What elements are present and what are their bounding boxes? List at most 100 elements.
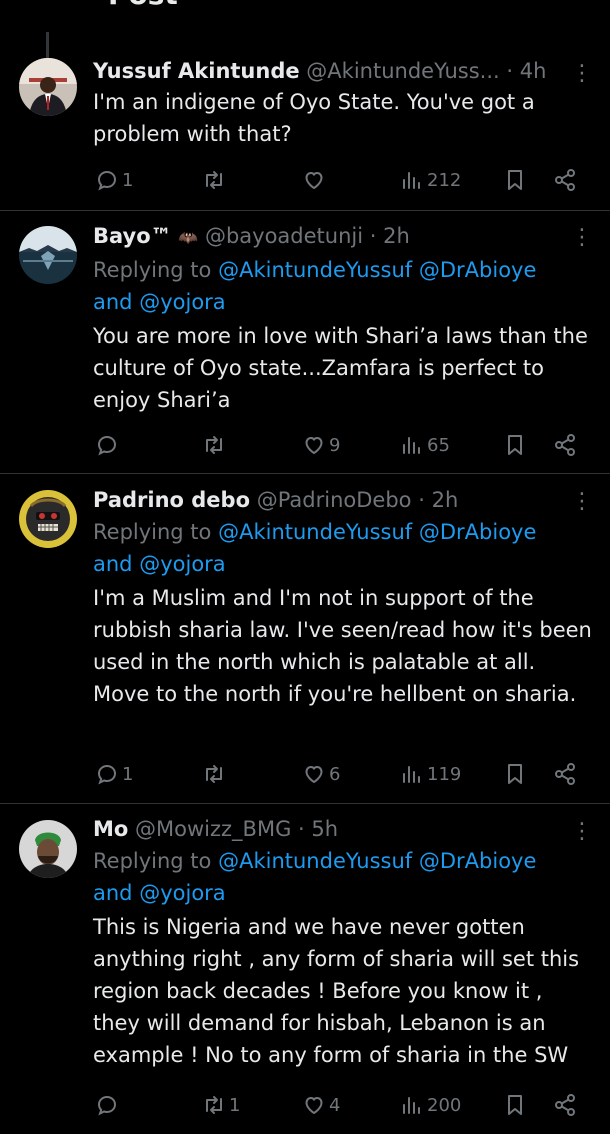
share-icon xyxy=(553,762,577,786)
mention-link[interactable]: @DrAbioye xyxy=(419,258,537,282)
mention-link[interactable]: @yojora xyxy=(139,881,225,905)
handle[interactable]: @bayoadetunji xyxy=(205,224,363,248)
repost-count: 1 xyxy=(229,1094,241,1116)
share-button[interactable] xyxy=(553,165,577,195)
reply-count: 1 xyxy=(122,763,134,785)
mention-link[interactable]: @yojora xyxy=(139,290,225,314)
share-icon xyxy=(553,433,577,457)
share-icon xyxy=(553,168,577,192)
reply-button[interactable] xyxy=(95,430,122,460)
share-button[interactable] xyxy=(553,759,577,789)
handle[interactable]: @PadrinoDebo xyxy=(257,488,412,512)
mention-link[interactable]: @yojora xyxy=(139,552,225,576)
views-button[interactable]: 212 xyxy=(400,165,461,195)
reply-icon xyxy=(95,433,119,457)
bookmark-icon xyxy=(503,762,527,786)
arrow-left-icon[interactable]: ← xyxy=(28,0,53,9)
replying-to: Replying to @AkintundeYussuf @DrAbioye a… xyxy=(93,845,593,909)
avatar[interactable] xyxy=(19,820,77,878)
more-options-icon[interactable]: ⋮ xyxy=(571,491,593,513)
mention-link[interactable]: @DrAbioye xyxy=(419,520,537,544)
timestamp[interactable]: 5h xyxy=(311,817,338,841)
mention-and: and xyxy=(93,881,133,905)
share-button[interactable] xyxy=(553,1090,577,1120)
view-count: 200 xyxy=(427,1094,462,1116)
top-bar: ← Post xyxy=(0,0,610,28)
display-name[interactable]: Mo xyxy=(93,817,128,841)
tweet-content: Mo @Mowizz_BMG · 5h Replying to @Akintun… xyxy=(93,815,593,1071)
mention-link[interactable]: @DrAbioye xyxy=(419,849,537,873)
timestamp[interactable]: 2h xyxy=(383,224,410,248)
tweet-content: Bayo™ 🦇 @bayoadetunji · 2h Replying to @… xyxy=(93,222,593,416)
bookmark-icon xyxy=(503,168,527,192)
mention-and: and xyxy=(93,290,133,314)
reply-icon xyxy=(95,762,119,786)
reply-count: 1 xyxy=(122,169,134,191)
handle[interactable]: @Mowizz_BMG xyxy=(135,817,291,841)
replying-prefix: Replying to xyxy=(93,520,212,544)
views-button[interactable]: 65 xyxy=(400,430,450,460)
timestamp[interactable]: 4h xyxy=(520,59,547,83)
timestamp[interactable]: 2h xyxy=(432,488,459,512)
tweet-actions: 9 65 xyxy=(0,430,610,460)
views-icon xyxy=(400,762,424,786)
like-button[interactable] xyxy=(302,165,329,195)
reply-button[interactable]: 1 xyxy=(95,165,133,195)
tweet-text: You are more in love with Shari’a laws t… xyxy=(93,324,588,412)
views-button[interactable]: 200 xyxy=(400,1090,461,1120)
replying-prefix: Replying to xyxy=(93,849,212,873)
share-button[interactable] xyxy=(553,430,577,460)
view-count: 212 xyxy=(427,169,462,191)
avatar[interactable] xyxy=(19,490,77,548)
tweet-header: Padrino debo @PadrinoDebo · 2h xyxy=(93,486,593,514)
repost-icon xyxy=(202,168,226,192)
tweet-actions: 1 4 200 xyxy=(0,1090,610,1120)
tweet-actions: 1 6 119 xyxy=(0,759,610,789)
handle[interactable]: @AkintundeYuss... xyxy=(306,59,499,83)
mention-link[interactable]: @AkintundeYussuf xyxy=(218,849,412,873)
tweet-header: Yussuf Akintunde @AkintundeYuss... · 4h xyxy=(93,57,593,85)
more-options-icon[interactable]: ⋮ xyxy=(571,821,593,843)
like-count: 4 xyxy=(329,1094,341,1116)
display-name[interactable]: Bayo™ xyxy=(93,224,172,248)
reply-icon xyxy=(95,168,119,192)
repost-button[interactable] xyxy=(202,165,229,195)
bookmark-button[interactable] xyxy=(503,1090,527,1120)
repost-icon xyxy=(202,433,226,457)
reply-button[interactable]: 1 xyxy=(95,759,133,789)
views-button[interactable]: 119 xyxy=(400,759,461,789)
display-name[interactable]: Padrino debo xyxy=(93,488,250,512)
replying-to: Replying to @AkintundeYussuf @DrAbioye a… xyxy=(93,254,593,318)
bat-emoji-icon: 🦇 xyxy=(178,228,199,247)
more-options-icon[interactable]: ⋮ xyxy=(571,63,593,85)
views-icon xyxy=(400,433,424,457)
tweet-content: Padrino debo @PadrinoDebo · 2h Replying … xyxy=(93,486,593,710)
reply-button[interactable] xyxy=(95,1090,122,1120)
mention-link[interactable]: @AkintundeYussuf xyxy=(218,520,412,544)
more-options-icon[interactable]: ⋮ xyxy=(571,227,593,249)
avatar[interactable] xyxy=(19,58,77,116)
tweet-text: This is Nigeria and we have never gotten… xyxy=(93,915,580,1067)
share-icon xyxy=(553,1093,577,1117)
bookmark-button[interactable] xyxy=(503,165,527,195)
divider xyxy=(0,473,610,474)
heart-icon xyxy=(302,1093,326,1117)
like-button[interactable]: 9 xyxy=(302,430,340,460)
display-name[interactable]: Yussuf Akintunde xyxy=(93,59,300,83)
avatar[interactable] xyxy=(19,226,77,284)
separator-dot: · xyxy=(369,224,377,248)
bookmark-button[interactable] xyxy=(503,759,527,789)
reply-icon xyxy=(95,1093,119,1117)
repost-button[interactable]: 1 xyxy=(202,1090,240,1120)
bookmark-icon xyxy=(503,433,527,457)
repost-button[interactable] xyxy=(202,759,229,789)
separator-dot: · xyxy=(298,817,305,841)
mention-link[interactable]: @AkintundeYussuf xyxy=(218,258,412,282)
like-button[interactable]: 4 xyxy=(302,1090,340,1120)
replying-to: Replying to @AkintundeYussuf @DrAbioye a… xyxy=(93,516,593,580)
bookmark-button[interactable] xyxy=(503,430,527,460)
mention-and: and xyxy=(93,552,133,576)
heart-icon xyxy=(302,433,326,457)
repost-button[interactable] xyxy=(202,430,229,460)
like-button[interactable]: 6 xyxy=(302,759,340,789)
